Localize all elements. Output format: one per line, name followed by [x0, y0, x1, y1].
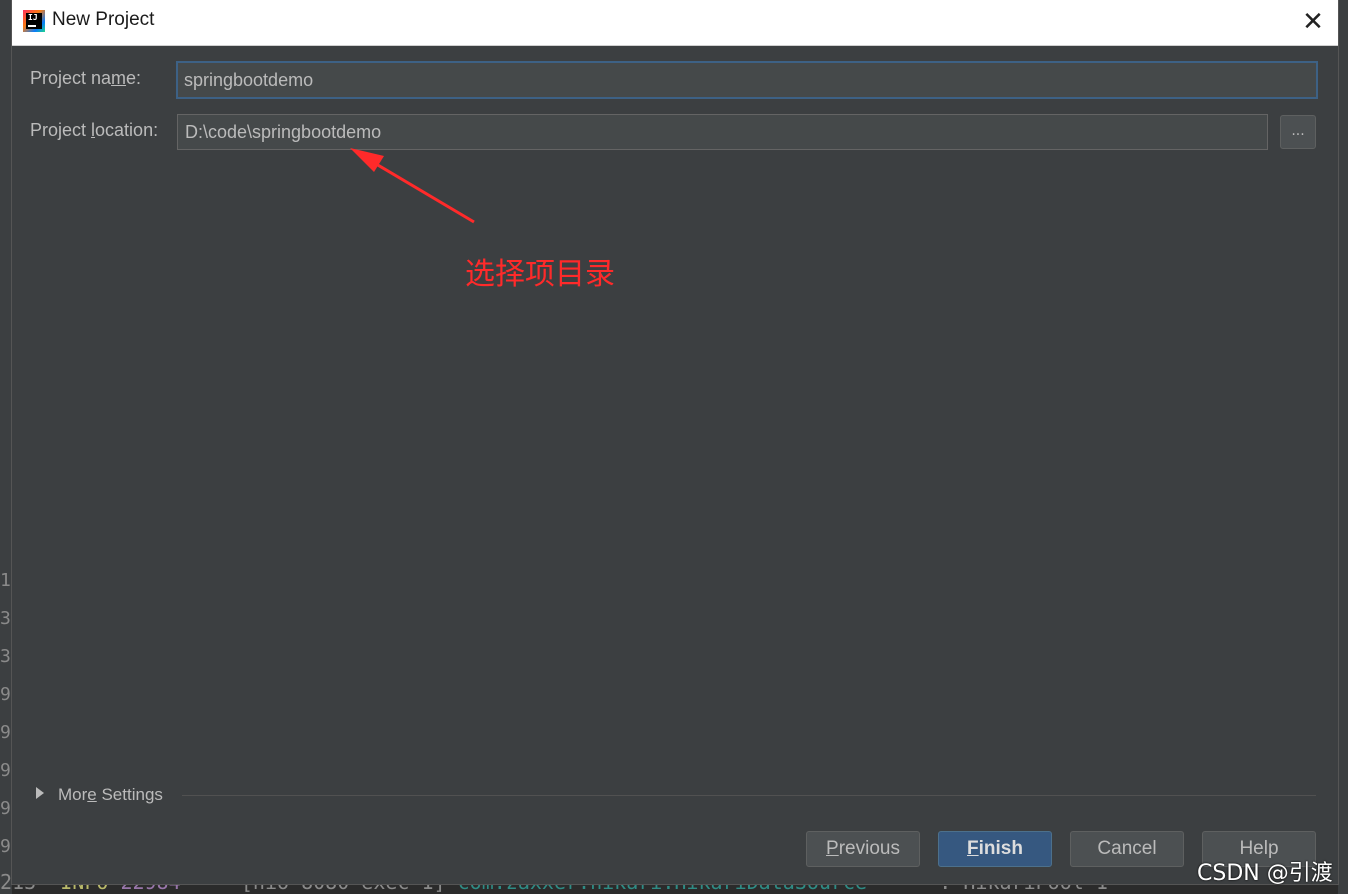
gutter-number: 3 [0, 646, 11, 667]
gutter-number: 9 [0, 684, 11, 705]
gutter-number: 9 [0, 760, 11, 781]
expand-triangle-icon [36, 787, 44, 799]
annotation-text: 选择项目录 [465, 257, 615, 292]
gutter-number: 9 [0, 836, 11, 857]
csdn-watermark: CSDN @引渡 [1197, 861, 1333, 886]
project-location-label: Project location: [30, 120, 159, 140]
more-settings-toggle[interactable]: More Settings [36, 785, 163, 809]
gutter-number: 3 [0, 608, 11, 629]
previous-button[interactable]: Previous [806, 831, 920, 867]
gutter-number: 1 [0, 570, 11, 591]
project-location-input[interactable]: D:\code\springbootdemo [177, 114, 1268, 150]
finish-button[interactable]: Finish [938, 831, 1052, 867]
close-button[interactable]: ✕ [1288, 0, 1338, 45]
title-bar[interactable]: IJ New Project ✕ [12, 0, 1338, 46]
cancel-button[interactable]: Cancel [1070, 831, 1184, 867]
new-project-dialog: IJ New Project ✕ Project name: springboo… [12, 0, 1338, 884]
gutter-number: 9 [0, 798, 11, 819]
gutter-number: 9 [0, 722, 11, 743]
separator [182, 795, 1316, 796]
project-name-label: Project name: [30, 68, 142, 88]
window-title: New Project [52, 9, 155, 30]
browse-button[interactable]: ... [1280, 115, 1316, 149]
ide-right-strip [1338, 0, 1348, 894]
project-name-input[interactable]: springbootdemo [176, 61, 1318, 99]
intellij-idea-icon: IJ [23, 10, 45, 32]
